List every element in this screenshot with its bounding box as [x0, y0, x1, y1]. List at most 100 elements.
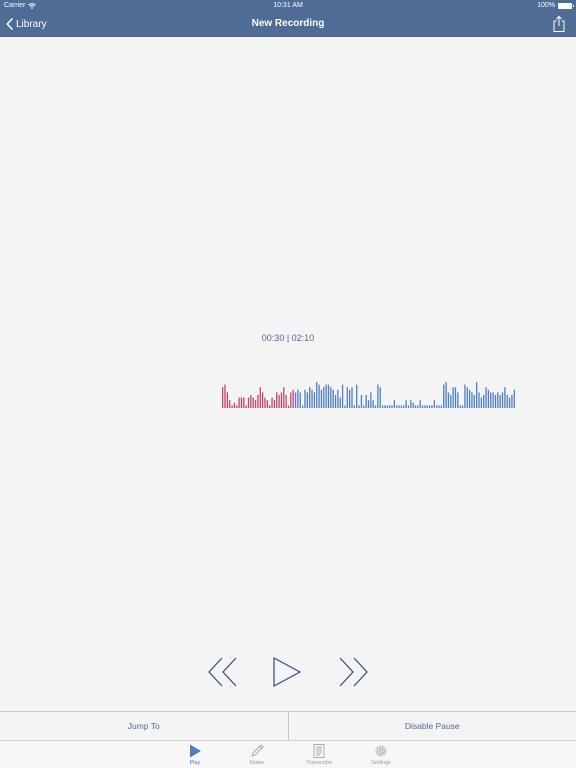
waveform-bar: [379, 387, 381, 408]
waveform-bar: [436, 405, 438, 408]
waveform-bar: [252, 397, 254, 408]
tab-notes[interactable]: Notes: [237, 742, 277, 768]
share-button[interactable]: [552, 15, 566, 33]
waveform-bar: [257, 395, 259, 408]
waveform-bar: [421, 405, 424, 408]
tab-transcribe-label: Transcribe: [306, 760, 332, 766]
waveform-bar: [301, 405, 304, 408]
waveform-bar: [313, 392, 316, 408]
waveform-bar: [386, 405, 388, 408]
waveform-bar: [271, 397, 273, 408]
waveform-bar: [377, 384, 379, 408]
waveform-bar: [280, 392, 283, 408]
waveform-bar: [508, 397, 511, 408]
rewind-button[interactable]: [206, 652, 240, 692]
waveform-bar: [457, 392, 459, 408]
waveform-bar: [405, 400, 407, 408]
waveform-bar: [424, 405, 426, 408]
page-title: New Recording: [251, 18, 325, 29]
waveform-bar: [330, 387, 332, 408]
tab-notes-label: Notes: [249, 760, 265, 766]
waveform-bar: [325, 384, 327, 408]
waveform-bar: [283, 387, 285, 408]
waveform-bar: [269, 405, 271, 408]
waveform-bar: [410, 400, 412, 408]
waveform[interactable]: [222, 380, 516, 408]
waveform-bar: [473, 395, 475, 408]
waveform-bar: [478, 392, 480, 408]
waveform-bar: [358, 405, 360, 408]
waveform-bar: [438, 405, 440, 408]
playback-timer: 00:30 | 02:10: [261, 333, 315, 343]
waveform-bar: [426, 405, 428, 408]
waveform-bar: [497, 392, 499, 408]
waveform-bar: [490, 392, 492, 408]
waveform-bar: [245, 405, 247, 408]
waveform-bar: [306, 392, 308, 408]
waveform-bar: [309, 387, 311, 408]
transport-controls: [0, 652, 576, 692]
waveform-bar: [412, 402, 414, 408]
waveform-bar: [222, 387, 224, 408]
jump-to-button[interactable]: Jump To: [0, 712, 288, 740]
waveform-bar: [501, 392, 504, 408]
waveform-bar: [513, 389, 515, 408]
waveform-bar: [419, 400, 421, 408]
waveform-bar: [393, 400, 395, 408]
status-time: 10:31 AM: [273, 2, 303, 9]
waveform-bar: [285, 395, 287, 408]
pencil-icon: [251, 744, 264, 757]
waveform-bar: [483, 395, 485, 408]
waveform-bar: [374, 405, 377, 408]
waveform-bar: [238, 397, 240, 408]
waveform-bar: [236, 405, 238, 408]
waveform-bar: [243, 397, 245, 408]
waveform-bar: [264, 397, 266, 408]
waveform-bar: [494, 395, 497, 408]
waveform-bar: [254, 400, 257, 408]
back-button[interactable]: Library: [6, 15, 47, 33]
waveform-bar: [233, 402, 236, 408]
tab-settings[interactable]: Settings: [361, 742, 401, 768]
waveform-bar: [506, 395, 508, 408]
waveform-bar: [428, 405, 431, 408]
waveform-bar: [381, 405, 384, 408]
waveform-bar: [349, 389, 351, 408]
tab-transcribe[interactable]: Transcribe: [299, 742, 339, 768]
waveform-bar: [339, 397, 341, 408]
waveform-bar: [327, 384, 330, 408]
back-button-label: Library: [16, 18, 47, 30]
waveform-bar: [492, 392, 494, 408]
waveform-bar: [450, 395, 452, 408]
waveform-bar: [433, 400, 435, 408]
battery-indicator: 100%: [537, 2, 574, 9]
waveform-bar: [370, 392, 372, 408]
waveform-bar: [231, 405, 233, 408]
battery-percent: 100%: [537, 2, 555, 9]
waveform-bar: [459, 405, 461, 408]
waveform-bar: [351, 387, 353, 408]
waveform-bar: [266, 400, 268, 408]
waveform-bar: [353, 405, 355, 408]
play-button[interactable]: [270, 652, 304, 692]
waveform-bar: [226, 392, 228, 408]
waveform-bar: [476, 382, 478, 408]
waveform-bar: [471, 392, 473, 408]
disable-pause-button[interactable]: Disable Pause: [287, 712, 576, 740]
waveform-bar: [278, 395, 280, 408]
waveform-bar: [229, 400, 231, 408]
waveform-bar: [440, 405, 443, 408]
waveform-bar: [414, 405, 417, 408]
share-icon: [553, 15, 565, 32]
waveform-bar: [431, 405, 433, 408]
tab-play[interactable]: Play: [175, 742, 215, 768]
fast-forward-button[interactable]: [336, 652, 370, 692]
waveform-bar: [511, 395, 513, 408]
waveform-bar: [297, 389, 299, 408]
waveform-bar: [311, 389, 313, 408]
waveform-bar: [294, 392, 297, 408]
waveform-bar: [316, 382, 318, 408]
waveform-bar: [344, 405, 346, 408]
waveform-bar: [461, 405, 464, 408]
waveform-bar: [398, 405, 400, 408]
